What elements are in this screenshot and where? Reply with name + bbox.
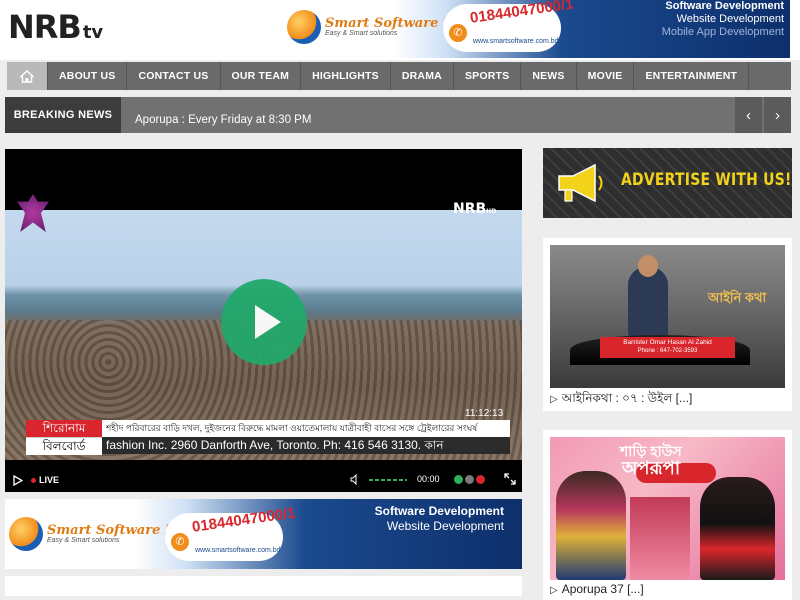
presenter-head: [638, 255, 658, 277]
watermark-hd: HD: [486, 208, 497, 215]
banner-phone: 01844047000/1: [191, 504, 297, 536]
ticker-label: বিলবোর্ড: [26, 437, 102, 455]
caption-text: Aporupa 37 [...]: [561, 582, 644, 596]
live-label: LIVE: [39, 475, 60, 485]
banner-phone: 01844047000/1: [469, 0, 575, 27]
nav-news[interactable]: NEWS: [521, 62, 577, 90]
ticker-headlines: শিরোনাম শহীদ পরিবারের বাড়ি দখল, দুইজনের…: [26, 420, 510, 437]
watermark-text: NRB: [453, 201, 487, 217]
video-card[interactable]: শাড়ি হাউস অপরূপা ▷ Aporupa 37 [...]: [543, 430, 792, 600]
thumbnail-show-title: শাড়ি হাউস অপরূপা: [620, 443, 682, 477]
lower-third-name: Barrister Omar Hasan Al Zahid: [623, 339, 712, 346]
thumbnail-lower-third: Barrister Omar Hasan Al Zahid Phone : 64…: [600, 337, 735, 358]
video-card-caption[interactable]: ▷ আইনিকথা : ০৭ : উইল [...]: [550, 390, 692, 410]
lower-third-phone: Phone : 647-702-3593: [637, 348, 698, 354]
nav-sports[interactable]: SPORTS: [454, 62, 522, 90]
nav-movie[interactable]: MOVIE: [577, 62, 635, 90]
breaking-news-bar: BREAKING NEWS Aporupa : Every Friday at …: [5, 97, 791, 133]
nav-drama[interactable]: DRAMA: [391, 62, 454, 90]
play-triangle-icon: ▷: [550, 585, 558, 596]
player-controls: LIVE 00:00: [5, 468, 522, 492]
video-thumbnail[interactable]: শাড়ি হাউস অপরূপা: [550, 437, 785, 580]
banner-service: Website Development: [386, 519, 504, 533]
ticker-label: শিরোনাম: [26, 420, 102, 437]
banner-services: Software Development Website Development: [375, 504, 504, 534]
live-indicator-icon: [31, 477, 36, 483]
saree-display: [630, 497, 690, 580]
chevron-left-icon: ‹: [746, 106, 751, 124]
playback-time: 00:00: [417, 474, 440, 484]
breaking-prev-button[interactable]: ‹: [735, 97, 762, 133]
live-video-player[interactable]: NRBHD 11:12:13 শিরোনাম শহীদ পরিবারের বাড…: [5, 149, 522, 492]
presenter-figure: [628, 267, 668, 337]
ticker-text: fashion Inc. 2960 Danforth Ave, Toronto.…: [102, 437, 510, 454]
site-logo[interactable]: NRB tv: [8, 8, 104, 46]
logo-suffix: tv: [82, 22, 104, 43]
nav-highlights[interactable]: HIGHLIGHTS: [301, 62, 391, 90]
fullscreen-icon[interactable]: [504, 473, 516, 485]
phone-icon: ✆: [449, 24, 467, 42]
caption-text: আইনিকথা : ০৭ : উইল [...]: [561, 391, 693, 405]
quality-dot-icon: [465, 475, 474, 484]
banner-services: Software Development Website Development…: [662, 0, 784, 39]
play-triangle-icon: ▷: [550, 394, 558, 405]
nav-home[interactable]: [7, 62, 48, 90]
nav-about-us[interactable]: ABOUT US: [48, 62, 128, 90]
play-control-icon[interactable]: [13, 474, 23, 486]
header-ad-banner[interactable]: Smart Software Inc. Easy & Smart solutio…: [283, 0, 790, 58]
megaphone-icon: [558, 163, 603, 203]
video-card[interactable]: আইনি কথা Barrister Omar Hasan Al Zahid P…: [543, 238, 792, 411]
globe-icon: [287, 10, 321, 44]
volume-icon[interactable]: [350, 474, 361, 485]
ticker-billboard: বিলবোর্ড fashion Inc. 2960 Danforth Ave,…: [26, 437, 510, 455]
nav-our-team[interactable]: OUR TEAM: [221, 62, 302, 90]
quality-dot-icon: [454, 475, 463, 484]
banner-service: Software Development: [665, 0, 784, 12]
banner-phone-pill: ✆ 01844047000/1 www.smartsoftware.com.bd: [165, 504, 297, 561]
breaking-next-button[interactable]: ›: [764, 97, 791, 133]
play-icon: [255, 305, 281, 339]
video-clock: 11:12:13: [465, 408, 504, 419]
model-figure: [556, 471, 626, 580]
breaking-news-label: BREAKING NEWS: [5, 97, 121, 133]
chevron-right-icon: ›: [775, 106, 780, 124]
banner-service: Mobile App Development: [661, 26, 784, 38]
play-button[interactable]: [221, 279, 307, 365]
banner-website: www.smartsoftware.com.bd: [195, 547, 281, 554]
banner-website: www.smartsoftware.com.bd: [473, 38, 559, 45]
content-ad-banner[interactable]: Smart Software Inc. Easy & Smart solutio…: [5, 499, 522, 569]
video-watermark: NRBHD: [453, 201, 496, 217]
phone-icon: ✆: [171, 533, 189, 551]
quality-toggle[interactable]: [454, 475, 487, 484]
video-thumbnail[interactable]: আইনি কথা Barrister Omar Hasan Al Zahid P…: [550, 245, 785, 388]
advertise-banner[interactable]: ADVERTISE WITH US!: [543, 148, 792, 218]
banner-service: Software Development: [374, 504, 504, 518]
advertise-text: ADVERTISE WITH US!: [621, 170, 792, 190]
video-card-caption[interactable]: ▷ Aporupa 37 [...]: [550, 582, 644, 596]
banner-phone-pill: ✆ 01844047000/1 www.smartsoftware.com.bd: [443, 0, 575, 52]
home-icon: [20, 69, 34, 83]
nav-contact-us[interactable]: CONTACT US: [127, 62, 221, 90]
banner-service: Website Development: [676, 13, 784, 25]
globe-icon: [9, 517, 43, 551]
show-title-main: অপরূপা: [621, 458, 681, 478]
model-figure: [700, 477, 775, 580]
thumbnail-show-title: আইনি কথা: [708, 290, 767, 305]
nav-entertainment[interactable]: ENTERTAINMENT: [634, 62, 750, 90]
quality-dot-icon: [476, 475, 485, 484]
latest-section-box: [5, 576, 522, 596]
logo-main: NRB: [8, 8, 82, 46]
ticker-text: শহীদ পরিবারের বাড়ি দখল, দুইজনের বিরুদ্ধ…: [102, 420, 510, 437]
breaking-news-headline[interactable]: Aporupa : Every Friday at 8:30 PM: [135, 114, 311, 126]
main-nav: ABOUT US CONTACT US OUR TEAM HIGHLIGHTS …: [7, 62, 791, 90]
volume-slider[interactable]: [369, 479, 407, 481]
